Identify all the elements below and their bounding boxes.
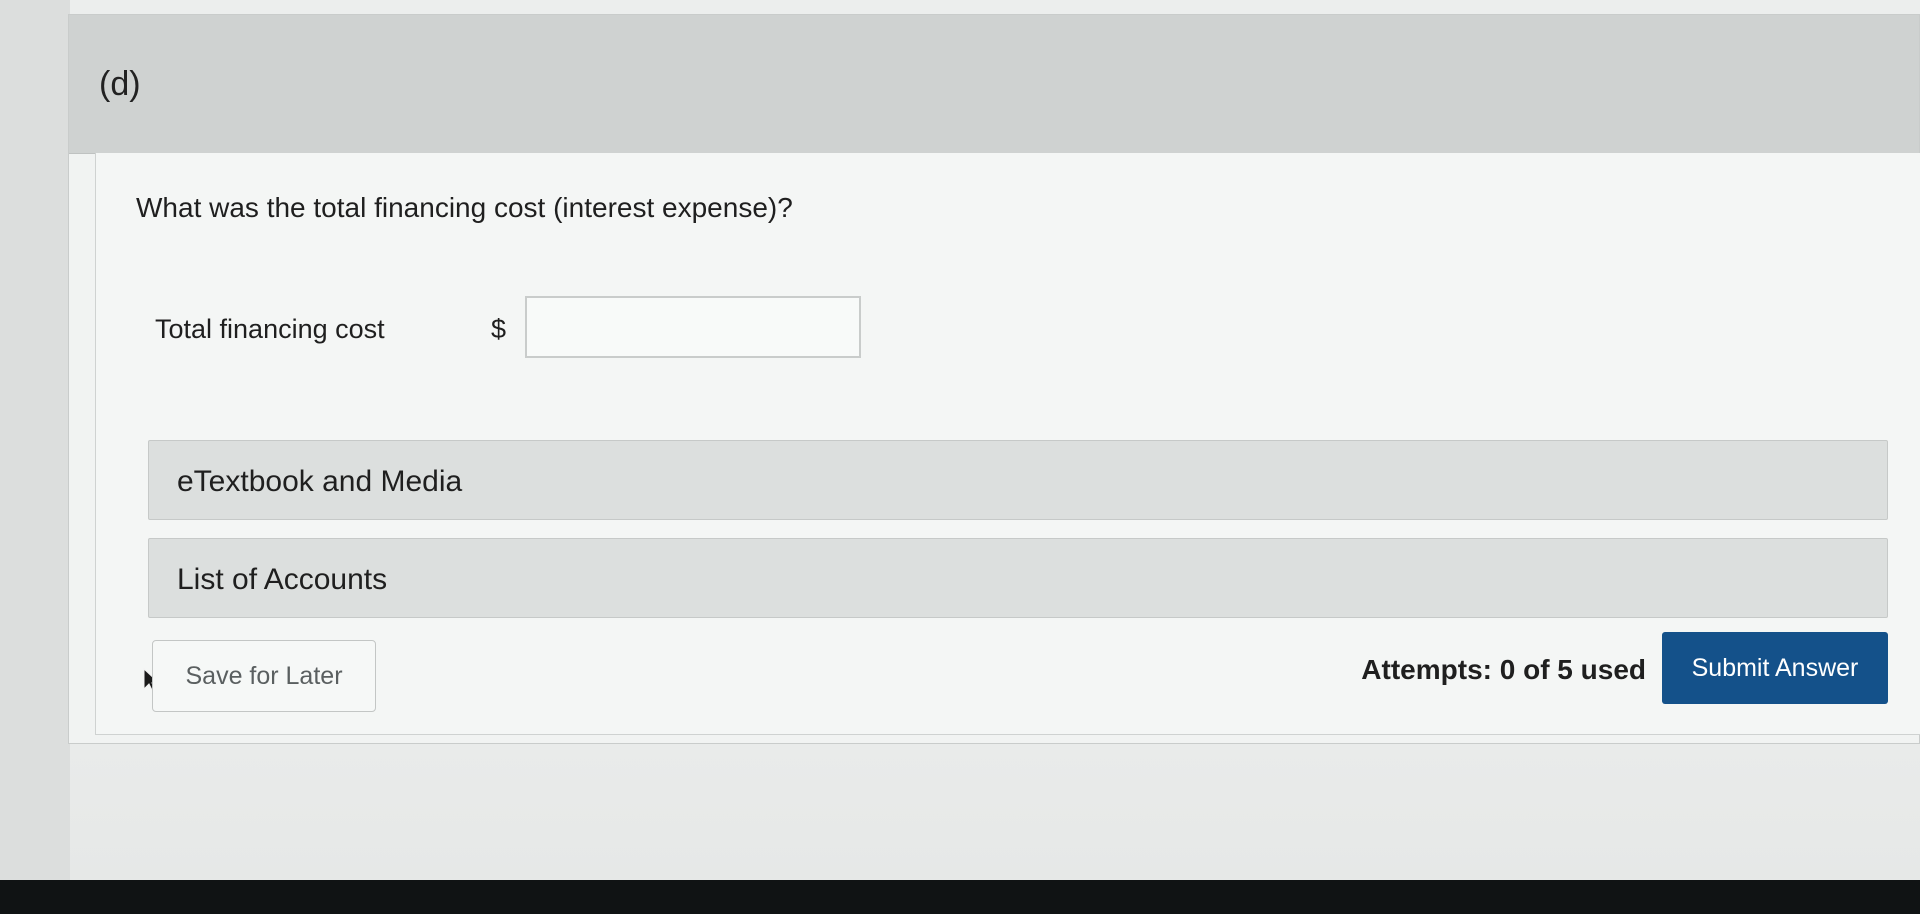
save-for-later-button[interactable]: Save for Later bbox=[152, 640, 376, 712]
submit-answer-button[interactable]: Submit Answer bbox=[1662, 632, 1888, 704]
footer-row: Save for Later Attempts: 0 of 5 used Sub… bbox=[0, 632, 1920, 712]
part-label: (d) bbox=[99, 65, 141, 103]
part-header: (d) bbox=[69, 15, 1919, 154]
currency-symbol: $ bbox=[491, 314, 507, 344]
total-financing-cost-input[interactable] bbox=[525, 296, 861, 358]
page: (d) What was the total financing cost (i… bbox=[0, 0, 1920, 880]
answer-field-label: Total financing cost bbox=[155, 314, 385, 344]
accordion-list-of-accounts[interactable]: List of Accounts bbox=[148, 538, 1888, 618]
attempts-counter: Attempts: 0 of 5 used bbox=[1361, 654, 1646, 685]
screen-bottom-bezel bbox=[0, 880, 1920, 914]
left-gutter bbox=[0, 0, 70, 880]
question-text: What was the total financing cost (inter… bbox=[136, 192, 793, 223]
accordion-etextbook-media-label: eTextbook and Media bbox=[177, 465, 463, 498]
accordion-list-of-accounts-label: List of Accounts bbox=[177, 563, 388, 596]
accordion-etextbook-media[interactable]: eTextbook and Media bbox=[148, 440, 1888, 520]
